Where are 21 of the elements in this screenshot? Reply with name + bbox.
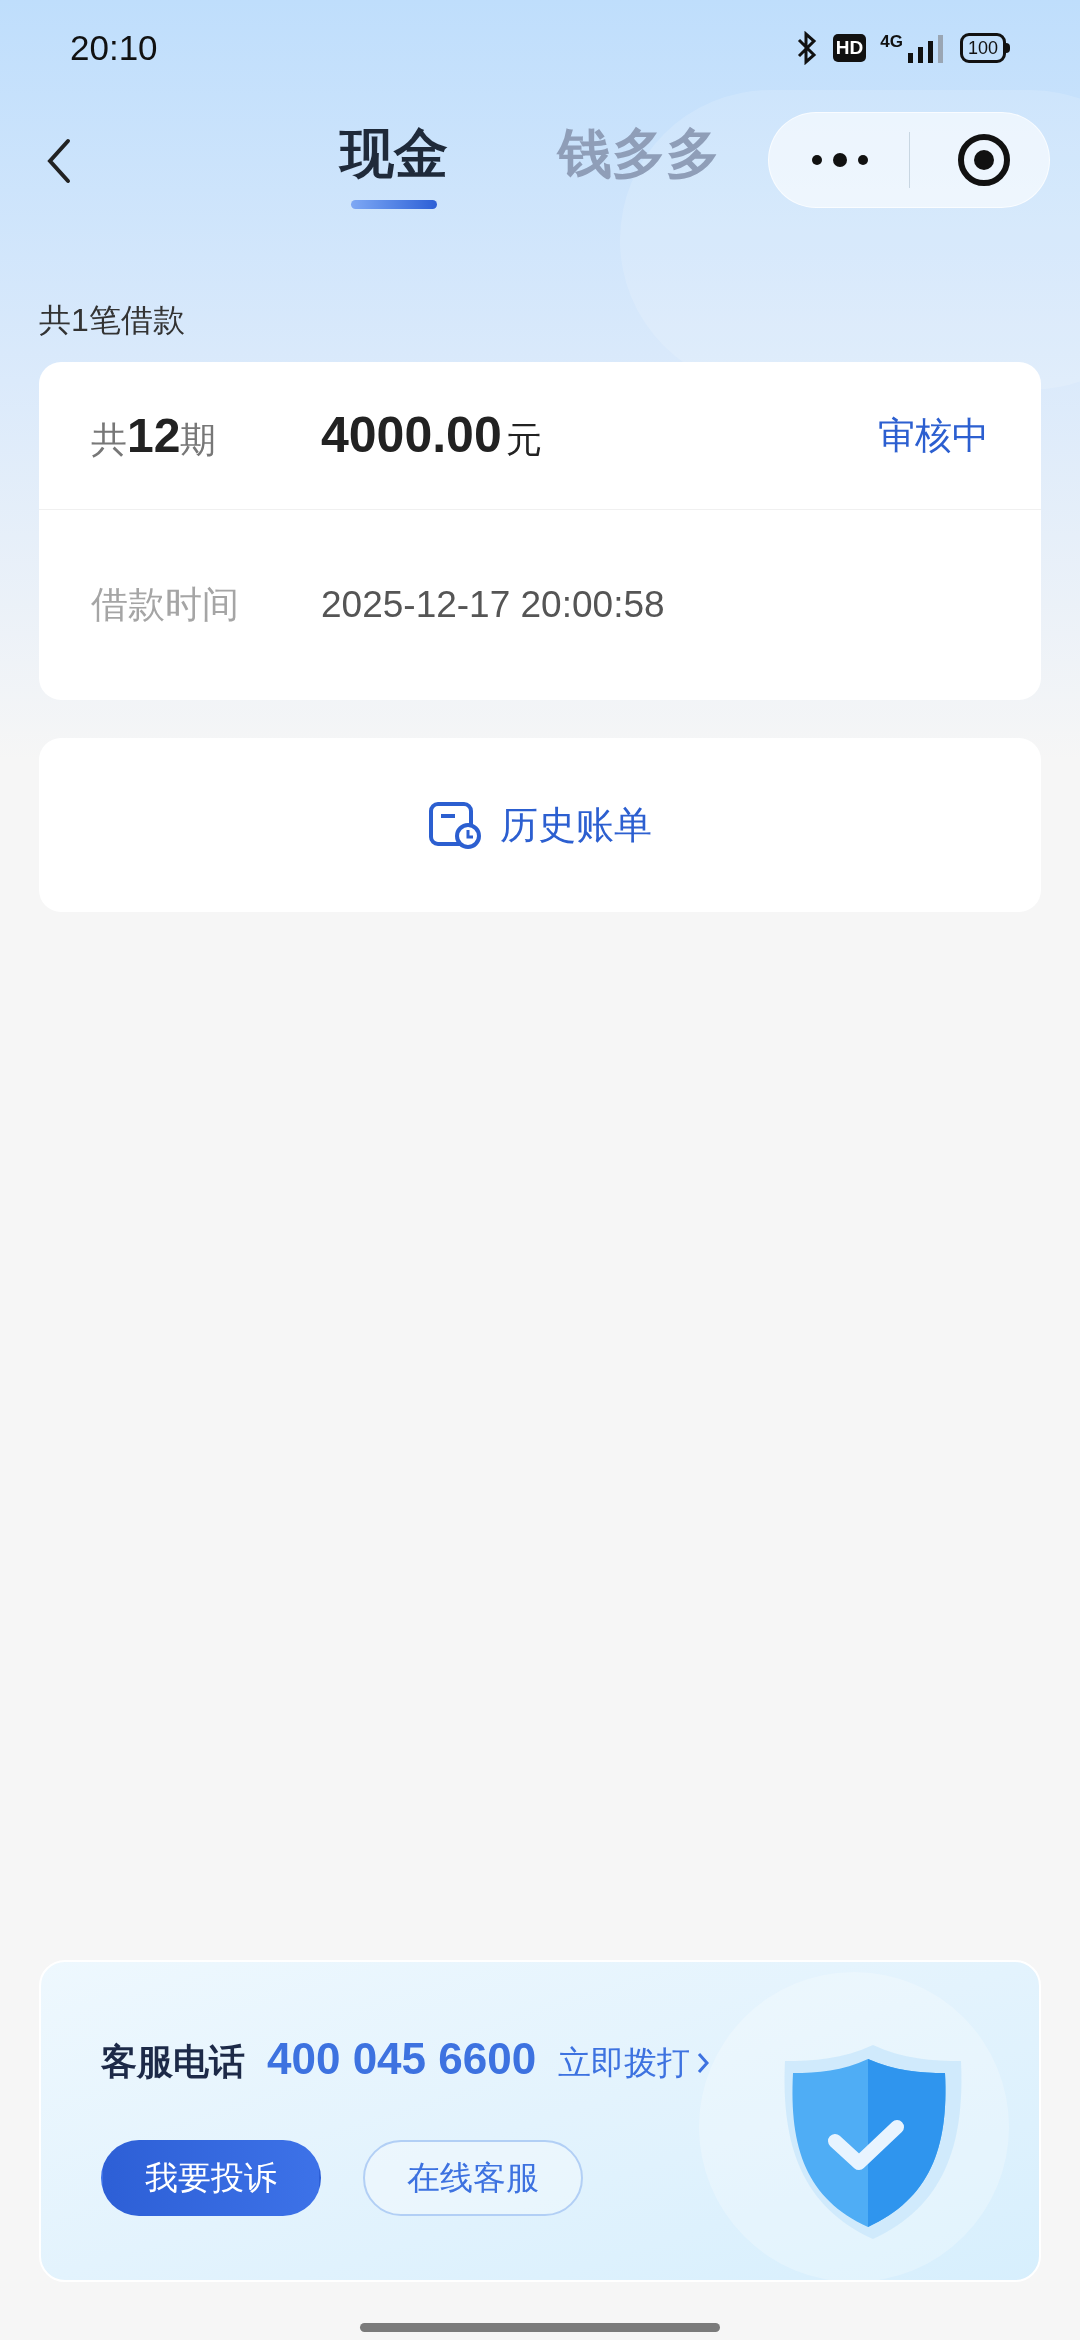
bill-clock-icon: [428, 801, 482, 849]
more-icon[interactable]: [809, 150, 871, 170]
service-phone-label: 客服电话: [101, 2040, 245, 2084]
complaint-button[interactable]: 我要投诉: [101, 2140, 321, 2216]
loan-time: 2025-12-17 20:00:58: [321, 583, 665, 628]
call-now-link[interactable]: 立即拨打: [558, 2038, 711, 2088]
loan-status: 审核中: [878, 413, 989, 458]
loan-time-label: 借款时间: [91, 583, 240, 628]
hd-badge: HD: [832, 34, 867, 62]
close-icon[interactable]: [956, 132, 1012, 188]
period-count: 共12期: [91, 407, 218, 464]
history-bill-button[interactable]: 历史账单: [39, 738, 1041, 912]
status-time: 20:10: [70, 26, 158, 69]
loan-card[interactable]: 共12期 4000.00 元 审核中 借款时间 2025-12-17 20:00:58: [39, 362, 1041, 700]
loan-count: 共1笔借款: [39, 301, 186, 340]
nav-tab[interactable]: 现金: [340, 113, 448, 209]
online-service-button[interactable]: 在线客服: [363, 2140, 583, 2216]
chevron-right-icon: [696, 2050, 711, 2075]
service-phone-number: 400 045 6600: [267, 2033, 537, 2085]
currency-unit: 元: [505, 417, 542, 462]
loan-amount: 4000.00: [321, 406, 502, 465]
